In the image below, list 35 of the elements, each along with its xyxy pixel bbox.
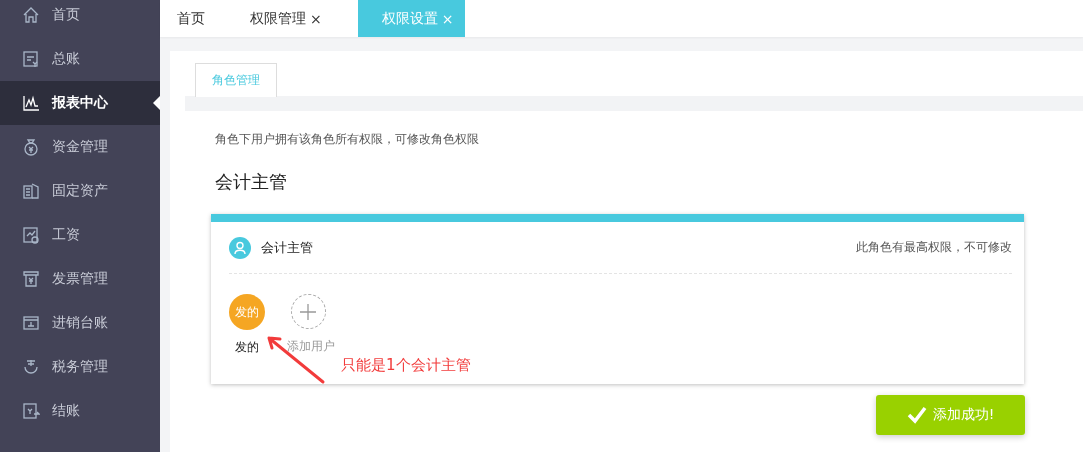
- annotation-text: 只能是1个会计主管: [341, 356, 471, 375]
- role-heading: 会计主管: [215, 170, 288, 194]
- sidebar-item[interactable]: 进销台账: [0, 301, 160, 345]
- document-icon: [22, 226, 40, 244]
- role-name: 会计主管: [261, 238, 313, 257]
- sidebar-item[interactable]: 发票管理: [0, 257, 160, 301]
- money-bag-icon: [22, 138, 40, 156]
- description-text: 角色下用户拥有该角色所有权限，可修改角色权限: [215, 131, 480, 148]
- home-icon: [22, 6, 40, 24]
- invoice-icon: [22, 270, 40, 288]
- sidebar-item[interactable]: 首页: [0, 0, 160, 37]
- sidebar-item[interactable]: 资金管理: [0, 125, 160, 169]
- add-user-label: 添加用户: [287, 338, 335, 355]
- user-name: 发的: [235, 339, 259, 356]
- close-icon[interactable]: ×: [310, 10, 322, 27]
- building-icon: [22, 182, 40, 200]
- sidebar-item[interactable]: 固定资产: [0, 169, 160, 213]
- calendar-icon: [22, 314, 40, 332]
- page-tab[interactable]: 首页: [168, 0, 217, 37]
- bowl-icon: [22, 358, 40, 376]
- document-icon: [22, 402, 40, 420]
- sidebar-item[interactable]: 结账: [0, 389, 160, 433]
- role-note: 此角色有最高权限，不可修改: [856, 239, 1012, 256]
- chart-icon: [22, 94, 40, 112]
- user-icon: [229, 236, 251, 259]
- page-tab[interactable]: 权限管理 ×: [241, 0, 334, 37]
- sidebar-item[interactable]: 报表中心: [0, 81, 160, 125]
- toast-message: 添加成功!: [932, 406, 995, 424]
- ledger-icon: [22, 50, 40, 68]
- check-icon: [906, 406, 927, 424]
- sidebar-item[interactable]: 税务管理: [0, 345, 160, 389]
- pointer-icon: [153, 96, 160, 110]
- sidebar-item[interactable]: 工资: [0, 213, 160, 257]
- plus-icon: [299, 302, 317, 321]
- sidebar-item[interactable]: 总账: [0, 37, 160, 81]
